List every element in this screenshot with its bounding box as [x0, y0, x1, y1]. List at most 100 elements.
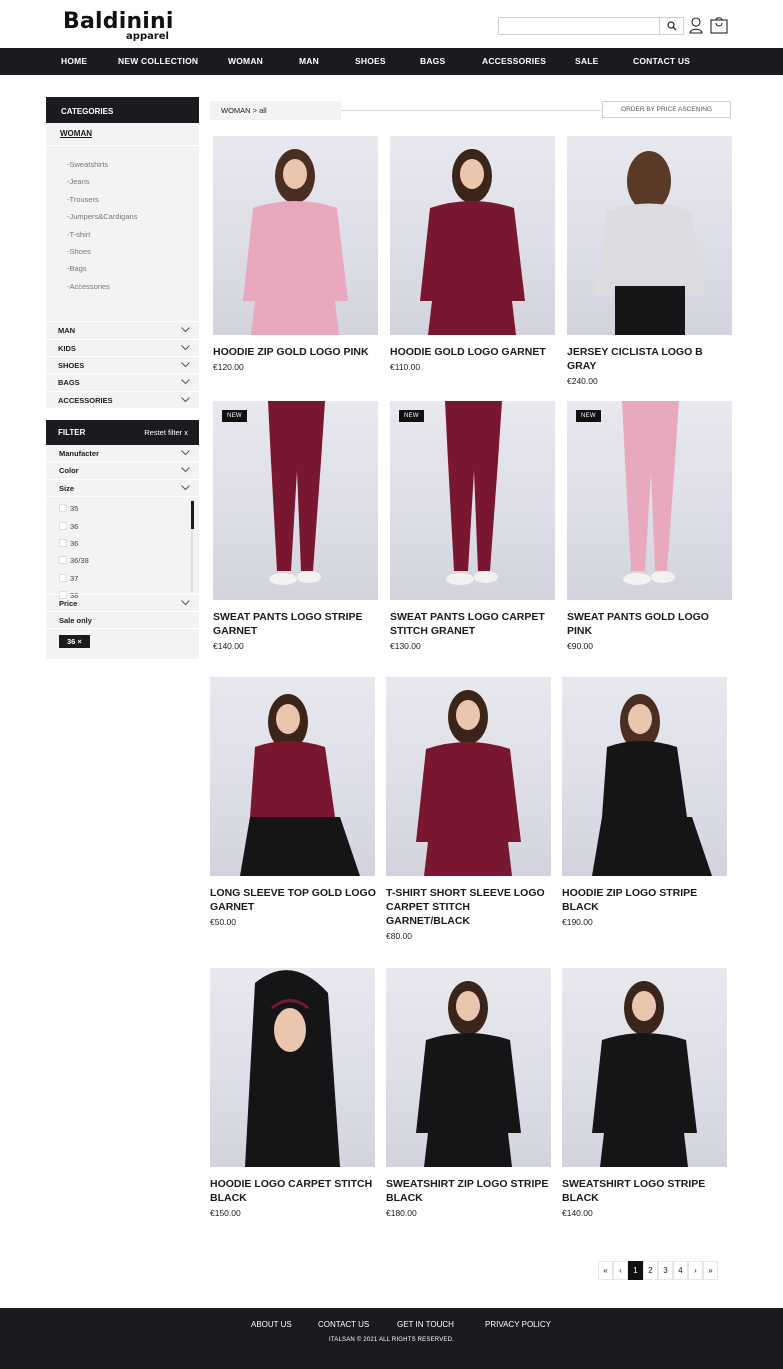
size-checkbox[interactable]	[59, 521, 67, 530]
category-accessories[interactable]: ACCESSORIES	[46, 390, 199, 409]
size-option[interactable]: 36	[46, 535, 199, 552]
filter-manufacturer[interactable]: Manufacter	[46, 445, 199, 463]
size-option[interactable]: 36	[46, 518, 199, 535]
nav-home[interactable]: HOME	[61, 48, 87, 75]
product-name[interactable]: HOODIE ZIP LOGO STRIPE BLACK	[562, 886, 728, 914]
product-card[interactable]: SWEATSHIRT LOGO STRIPE BLACK €140.00	[562, 968, 728, 1218]
breadcrumb[interactable]: WOMAN > all	[210, 101, 341, 120]
size-checkbox[interactable]	[59, 556, 67, 565]
filter-price[interactable]: Price	[46, 594, 199, 612]
subcategory-item[interactable]: -Shoes	[46, 243, 199, 260]
nav-accessories[interactable]: ACCESSORIES	[482, 48, 546, 75]
user-icon[interactable]	[689, 17, 703, 34]
product-card[interactable]: HOODIE ZIP LOGO STRIPE BLACK €190.00	[562, 677, 728, 927]
product-card[interactable]: NEW SWEAT PANTS GOLD LOGO PINK €90.00	[567, 401, 733, 651]
shopping-bag-icon[interactable]	[710, 16, 728, 34]
product-image[interactable]	[390, 136, 555, 335]
page-prev-button[interactable]: ‹	[613, 1261, 628, 1280]
product-card[interactable]: HOODIE GOLD LOGO GARNET €110.00	[390, 136, 556, 372]
page-last-button[interactable]: »	[703, 1261, 718, 1280]
product-name[interactable]: HOODIE ZIP GOLD LOGO PINK	[213, 345, 379, 359]
product-card[interactable]: JERSEY CICLISTA LOGO B GRAY €240.00	[567, 136, 733, 386]
category-woman[interactable]: WOMAN	[46, 123, 199, 145]
product-image[interactable]	[562, 677, 727, 876]
subcategory-item[interactable]: -Bags	[46, 260, 199, 277]
footer-privacy-policy-link[interactable]: PRIVACY POLICY	[485, 1320, 551, 1329]
product-image[interactable]: NEW	[390, 401, 555, 600]
product-image[interactable]	[386, 968, 551, 1167]
size-option[interactable]: 37	[46, 570, 199, 587]
footer-about-us-link[interactable]: ABOUT US	[251, 1320, 292, 1329]
subcategory-item[interactable]: -Trousers	[46, 191, 199, 208]
category-bags[interactable]: BAGS	[46, 373, 199, 391]
product-image[interactable]: NEW	[567, 401, 732, 600]
page-next-button[interactable]: ›	[688, 1261, 703, 1280]
size-option[interactable]: 35	[46, 500, 199, 517]
search-input[interactable]	[499, 20, 659, 36]
subcategory-item[interactable]: -Accessories	[46, 278, 199, 295]
product-image[interactable]	[210, 677, 375, 876]
reset-filter-link[interactable]: Restet filter x	[144, 420, 188, 445]
size-checkbox[interactable]	[59, 504, 67, 513]
product-image[interactable]	[567, 136, 732, 335]
brand-logo[interactable]: Baldinini apparel	[63, 9, 173, 43]
nav-woman[interactable]: WOMAN	[228, 48, 263, 75]
search-icon[interactable]	[659, 18, 683, 34]
product-photo-illustration	[592, 694, 712, 876]
page-number-button[interactable]: 4	[673, 1261, 688, 1280]
subcategory-list: -Sweatshirts -Jeans -Trousers -Jumpers&C…	[46, 145, 199, 321]
product-name[interactable]: JERSEY CICLISTA LOGO B GRAY	[567, 345, 733, 373]
product-name[interactable]: T-SHIRT SHORT SLEEVE LOGO CARPET STITCH …	[386, 886, 552, 928]
subcategory-item[interactable]: -Jeans	[46, 173, 199, 190]
product-name[interactable]: SWEAT PANTS LOGO STRIPE GARNET	[213, 610, 379, 638]
category-kids[interactable]: KIDS	[46, 338, 199, 356]
product-name[interactable]: HOODIE GOLD LOGO GARNET	[390, 345, 556, 359]
active-filter-chip[interactable]: 36 ×	[59, 635, 90, 649]
product-name[interactable]: SWEAT PANTS LOGO CARPET STITCH GRANET	[390, 610, 556, 638]
product-image[interactable]	[562, 968, 727, 1167]
subcategory-item[interactable]: -Jumpers&Cardigans	[46, 208, 199, 225]
nav-sale[interactable]: SALE	[575, 48, 598, 75]
nav-contact-us[interactable]: CONTACT US	[633, 48, 690, 75]
product-image[interactable]: NEW	[213, 401, 378, 600]
filter-color[interactable]: Color	[46, 462, 199, 480]
product-card[interactable]: NEW SWEAT PANTS LOGO CARPET STITCH GRANET…	[390, 401, 556, 651]
page-number-button[interactable]: 2	[643, 1261, 658, 1280]
product-image[interactable]	[213, 136, 378, 335]
product-card[interactable]: NEW SWEAT PANTS LOGO STRIPE GARNET €140.00	[213, 401, 379, 651]
size-option[interactable]: 36/38	[46, 552, 199, 569]
product-name[interactable]: SWEATSHIRT ZIP LOGO STRIPE BLACK	[386, 1177, 552, 1205]
page-first-button[interactable]: «	[598, 1261, 613, 1280]
product-name[interactable]: SWEAT PANTS GOLD LOGO PINK	[567, 610, 733, 638]
product-card[interactable]: T-SHIRT SHORT SLEEVE LOGO CARPET STITCH …	[386, 677, 552, 941]
nav-bags[interactable]: BAGS	[420, 48, 445, 75]
product-name[interactable]: LONG SLEEVE TOP GOLD LOGO GARNET	[210, 886, 376, 914]
product-image[interactable]	[386, 677, 551, 876]
product-card[interactable]: HOODIE LOGO CARPET STITCH BLACK €150.00	[210, 968, 376, 1218]
nav-shoes[interactable]: SHOES	[355, 48, 386, 75]
order-by-dropdown[interactable]: ORDER BY PRICE ASCENING	[602, 101, 731, 118]
filter-sale-only[interactable]: Sale only	[46, 612, 199, 630]
nav-man[interactable]: MAN	[299, 48, 319, 75]
footer-contact-us-link[interactable]: CONTACT US	[318, 1320, 369, 1329]
category-man[interactable]: MAN	[46, 321, 199, 339]
product-name[interactable]: HOODIE LOGO CARPET STITCH BLACK	[210, 1177, 376, 1205]
page-number-button[interactable]: 3	[658, 1261, 673, 1280]
size-checkbox[interactable]	[59, 573, 67, 582]
category-shoes[interactable]: SHOES	[46, 355, 199, 374]
filter-size[interactable]: Size	[46, 480, 199, 498]
page-number-button[interactable]: 1	[628, 1261, 643, 1280]
subcategory-item[interactable]: -T-shirt	[46, 226, 199, 243]
chevron-down-icon	[181, 600, 190, 606]
product-card[interactable]: SWEATSHIRT ZIP LOGO STRIPE BLACK €180.00	[386, 968, 552, 1218]
size-scrollbar-thumb[interactable]	[191, 501, 194, 530]
product-card[interactable]: HOODIE ZIP GOLD LOGO PINK €120.00	[213, 136, 379, 372]
footer-get-in-touch-link[interactable]: GET IN TOUCH	[397, 1320, 454, 1329]
product-card[interactable]: LONG SLEEVE TOP GOLD LOGO GARNET €50.00	[210, 677, 376, 927]
subcategory-item[interactable]: -Sweatshirts	[46, 156, 199, 173]
product-image[interactable]	[210, 968, 375, 1167]
product-photo-illustration	[245, 970, 340, 1167]
size-checkbox[interactable]	[59, 539, 67, 548]
nav-new-collection[interactable]: NEW COLLECTION	[118, 48, 198, 75]
product-name[interactable]: SWEATSHIRT LOGO STRIPE BLACK	[562, 1177, 728, 1205]
